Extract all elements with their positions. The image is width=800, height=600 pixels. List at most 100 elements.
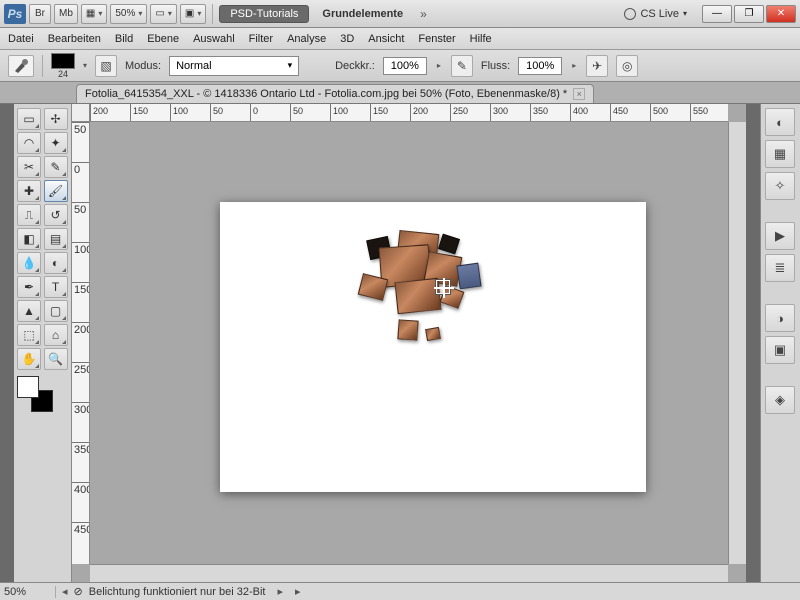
application-bar: Ps Br Mb ▦ 50% ▭ ▣ PSD-Tutorials Grundel…	[0, 0, 800, 28]
workspace-more-icon[interactable]: »	[416, 7, 431, 21]
brush-preset-picker[interactable]: 24	[51, 53, 75, 79]
menu-bar: Datei Bearbeiten Bild Ebene Auswahl Filt…	[0, 28, 800, 50]
ruler-origin[interactable]	[72, 104, 90, 122]
bridge-button[interactable]: Br	[29, 4, 51, 24]
canvas[interactable]	[220, 202, 646, 492]
menu-ebene[interactable]: Ebene	[147, 33, 179, 45]
opacity-input[interactable]: 100%	[383, 57, 427, 75]
blur-tool[interactable]: 💧	[17, 252, 41, 274]
vertical-scrollbar[interactable]	[728, 122, 746, 564]
document-tab[interactable]: Fotolia_6415354_XXL - © 1418336 Ontario …	[76, 84, 594, 103]
screen-mode-dropdown[interactable]: ▣	[180, 4, 206, 24]
right-panel-dock: ◐ ▦ ✧ ▶ ≣ ◑ ▣ ◈	[760, 104, 800, 582]
menu-ansicht[interactable]: Ansicht	[368, 33, 404, 45]
airbrush-toggle[interactable]: ✈	[586, 55, 608, 77]
menu-analyse[interactable]: Analyse	[287, 33, 326, 45]
healing-brush-tool[interactable]: ✚	[17, 180, 41, 202]
arrange-documents-dropdown[interactable]: ▭	[150, 4, 176, 24]
tablet-size-toggle[interactable]: ◎	[616, 55, 638, 77]
eraser-tool[interactable]: ◧	[17, 228, 41, 250]
horizontal-scrollbar[interactable]	[90, 564, 728, 582]
type-tool[interactable]: T	[44, 276, 68, 298]
brush-panel-toggle[interactable]: ▧	[95, 55, 117, 77]
layers-panel-icon[interactable]: ◈	[765, 386, 795, 414]
clone-stamp-tool[interactable]: ⎍	[17, 204, 41, 226]
styles-panel-icon[interactable]: ✧	[765, 172, 795, 200]
close-button[interactable]: ✕	[766, 5, 796, 23]
dodge-tool[interactable]: ◐	[44, 252, 68, 274]
status-prev-icon[interactable]: ◂	[56, 585, 74, 598]
close-tab-icon[interactable]: ×	[573, 88, 585, 100]
menu-datei[interactable]: Datei	[8, 33, 34, 45]
status-zoom[interactable]: 50%	[0, 586, 56, 598]
hand-tool[interactable]: ✋	[17, 348, 41, 370]
tools-panel: ▭ ✢ ◠ ✦ ✂ ✎ ✚ 🖌 ⎍ ↺ ◧ ▤ 💧 ◐ ✒ T ▲ ▢ ⬚ ⌂ …	[14, 104, 72, 582]
workspace-grundelemente[interactable]: Grundelemente	[312, 6, 413, 22]
flow-label: Fluss:	[481, 60, 510, 72]
3d-camera-tool[interactable]: ⌂	[44, 324, 68, 346]
color-panel-icon[interactable]: ◐	[765, 108, 795, 136]
3d-tool[interactable]: ⬚	[17, 324, 41, 346]
canvas-viewport[interactable]	[90, 122, 728, 564]
move-tool[interactable]: ✢	[44, 108, 68, 130]
actions-panel-icon[interactable]: ≣	[765, 254, 795, 282]
opacity-flyout-icon[interactable]: ▸	[435, 61, 443, 70]
current-tool-indicator[interactable]	[8, 55, 34, 77]
left-dock-collapse[interactable]	[0, 104, 14, 582]
lasso-tool[interactable]: ◠	[17, 132, 41, 154]
pen-tool[interactable]: ✒	[17, 276, 41, 298]
status-message: Belichtung funktioniert nur bei 32-Bit	[83, 586, 272, 598]
foreground-color-swatch[interactable]	[17, 376, 39, 398]
blend-mode-select[interactable]: Normal ▾	[169, 56, 299, 76]
color-swatches[interactable]	[17, 376, 57, 412]
artwork-cluster	[340, 232, 520, 362]
menu-bearbeiten[interactable]: Bearbeiten	[48, 33, 101, 45]
path-selection-tool[interactable]: ▲	[17, 300, 41, 322]
vertical-ruler[interactable]: 50050100150200250300350400450	[72, 122, 90, 564]
zoom-tool[interactable]: 🔍	[44, 348, 68, 370]
quick-selection-tool[interactable]: ✦	[44, 132, 68, 154]
minimize-button[interactable]: —	[702, 5, 732, 23]
flow-input[interactable]: 100%	[518, 57, 562, 75]
minibridge-button[interactable]: Mb	[54, 4, 78, 24]
gradient-tool[interactable]: ▤	[44, 228, 68, 250]
menu-hilfe[interactable]: Hilfe	[470, 33, 492, 45]
brush-icon	[12, 58, 30, 74]
rectangular-marquee-tool[interactable]: ▭	[17, 108, 41, 130]
cs-live-icon	[624, 8, 636, 20]
history-brush-tool[interactable]: ↺	[44, 204, 68, 226]
menu-fenster[interactable]: Fenster	[418, 33, 455, 45]
brush-tool[interactable]: 🖌	[44, 180, 68, 202]
history-panel-icon[interactable]: ▶	[765, 222, 795, 250]
photoshop-logo-icon[interactable]: Ps	[4, 4, 26, 24]
cs-live-button[interactable]: CS Live ▾	[618, 8, 693, 20]
mode-label: Modus:	[125, 60, 161, 72]
workspace-psd-tutorials[interactable]: PSD-Tutorials	[219, 5, 309, 23]
adjustments-panel-icon[interactable]: ◑	[765, 304, 795, 332]
menu-auswahl[interactable]: Auswahl	[193, 33, 235, 45]
flow-flyout-icon[interactable]: ▸	[570, 61, 578, 70]
document-tab-bar: Fotolia_6415354_XXL - © 1418336 Ontario …	[0, 82, 800, 104]
swatches-panel-icon[interactable]: ▦	[765, 140, 795, 168]
eyedropper-tool[interactable]: ✎	[44, 156, 68, 178]
status-bar: 50% ◂ ⊘ Belichtung funktioniert nur bei …	[0, 582, 800, 600]
shape-tool[interactable]: ▢	[44, 300, 68, 322]
crop-tool[interactable]: ✂	[17, 156, 41, 178]
tablet-opacity-toggle[interactable]: ✎	[451, 55, 473, 77]
status-next-icon[interactable]: ▸	[271, 585, 289, 598]
document-area: 2001501005005010015020025030035040045050…	[72, 104, 746, 582]
brush-swatch	[51, 53, 75, 69]
brush-size-label: 24	[58, 69, 68, 79]
status-menu-icon[interactable]: ▸	[289, 585, 307, 598]
window-controls: — ❐ ✕	[702, 5, 796, 23]
zoom-level-dropdown[interactable]: 50%	[110, 4, 147, 24]
view-extras-dropdown[interactable]: ▦	[81, 4, 107, 24]
menu-filter[interactable]: Filter	[249, 33, 273, 45]
right-dock-collapse[interactable]	[746, 104, 760, 582]
masks-panel-icon[interactable]: ▣	[765, 336, 795, 364]
maximize-button[interactable]: ❐	[734, 5, 764, 23]
menu-bild[interactable]: Bild	[115, 33, 133, 45]
menu-3d[interactable]: 3D	[340, 33, 354, 45]
options-bar: 24 ▾ ▧ Modus: Normal ▾ Deckkr.: 100% ▸ ✎…	[0, 50, 800, 82]
horizontal-ruler[interactable]: 2001501005005010015020025030035040045050…	[90, 104, 728, 122]
